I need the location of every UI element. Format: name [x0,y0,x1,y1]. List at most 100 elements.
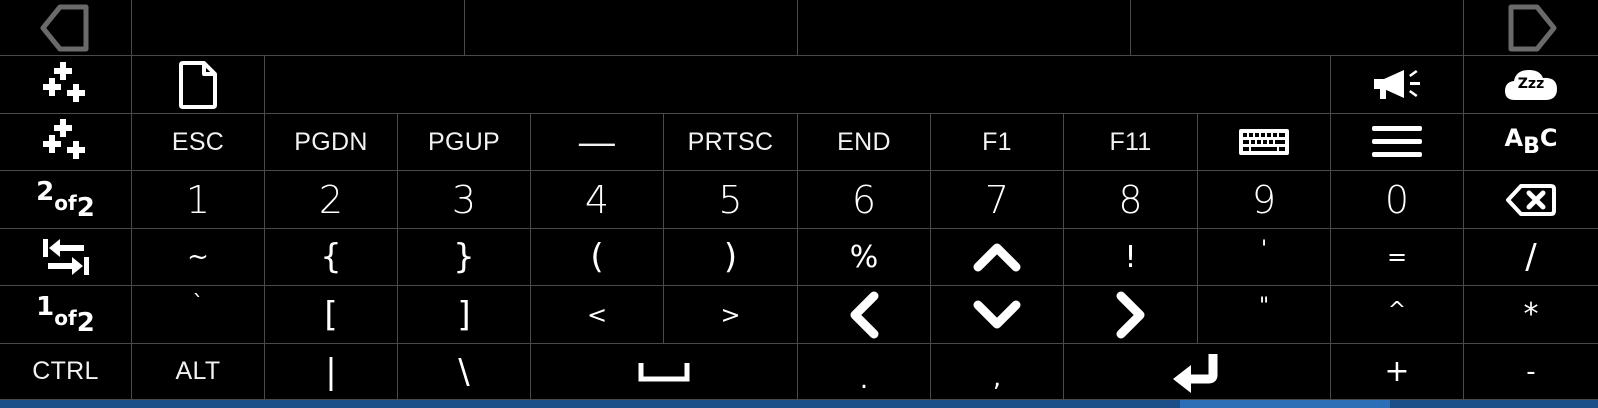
add-button-2[interactable] [0,114,132,171]
menu-button[interactable] [1331,114,1464,171]
add-button[interactable] [0,56,132,114]
bottom-accent-bar [0,400,1598,408]
text-entry-field[interactable] [265,56,1331,114]
keyboard-row-4: ~ { } ( ) % ! ' = / [0,229,1598,286]
key-slash[interactable]: / [1464,229,1598,286]
key-1[interactable]: 1 [132,171,265,229]
key-left-brace[interactable]: { [265,229,398,286]
key-pgdn[interactable]: PGDN [265,114,398,171]
key-apostrophe[interactable]: ' [1198,229,1331,286]
bottom-accent-segment [1180,400,1390,408]
new-file-icon [178,60,218,110]
prev-button[interactable] [0,0,132,56]
key-dash[interactable]: — [531,114,664,171]
key-pgup[interactable]: PGUP [398,114,531,171]
abc-mode-button[interactable]: ABC [1464,114,1598,171]
suggestion-slot-1[interactable] [132,0,465,56]
page-1-of-2-button[interactable]: 1of2 [0,286,132,344]
key-8[interactable]: 8 [1064,171,1198,229]
arrow-up-button[interactable] [931,229,1064,286]
virtual-keyboard: Zzz ESC PGDN PGUP — PRTSC END F1 F11 ABC… [0,0,1598,400]
key-9[interactable]: 9 [1198,171,1331,229]
key-right-bracket[interactable]: ] [398,286,531,344]
key-ctrl[interactable]: CTRL [0,344,132,400]
suggestion-slot-2[interactable] [465,0,798,56]
key-end[interactable]: END [798,114,931,171]
key-5[interactable]: 5 [664,171,798,229]
arrow-right-button[interactable] [1064,286,1198,344]
keyboard-row-6: CTRL ALT | \ . , + - [0,344,1598,400]
key-6[interactable]: 6 [798,171,931,229]
key-0[interactable]: 0 [1331,171,1464,229]
tab-arrows-icon [40,237,92,277]
key-left-bracket[interactable]: [ [265,286,398,344]
key-left-paren[interactable]: ( [531,229,664,286]
arrow-left-button[interactable] [798,286,931,344]
abc-label: ABC [1504,124,1558,159]
arrow-down-button[interactable] [931,286,1064,344]
keyboard-row-1: Zzz [0,56,1598,114]
suggestion-slot-3[interactable] [798,0,1131,56]
chevron-down-icon [972,300,1022,330]
key-4[interactable]: 4 [531,171,664,229]
key-3[interactable]: 3 [398,171,531,229]
sleep-label: Zzz [1517,75,1545,92]
right-arrow-outline-icon [1505,4,1557,52]
key-right-brace[interactable]: } [398,229,531,286]
key-period[interactable]: . [798,344,931,400]
backspace-button[interactable] [1464,171,1598,229]
keyboard-switch-button[interactable] [1198,114,1331,171]
page-2-of-2-button[interactable]: 2of2 [0,171,132,229]
new-file-button[interactable] [132,56,265,114]
enter-return-icon [1171,351,1223,393]
chevron-right-icon [1116,290,1146,340]
key-comma[interactable]: , [931,344,1064,400]
key-backtick[interactable]: ` [132,286,265,344]
chevron-left-icon [849,290,879,340]
add-pluses-icon [40,61,92,108]
key-pipe[interactable]: | [265,344,398,400]
key-caret[interactable]: ^ [1331,286,1464,344]
suggestion-bar [0,0,1598,56]
key-f11[interactable]: F11 [1064,114,1198,171]
hamburger-menu-icon [1372,126,1422,158]
sleep-button[interactable]: Zzz [1464,56,1598,114]
key-double-quote[interactable]: " [1198,286,1331,344]
keyboard-row-2: ESC PGDN PGUP — PRTSC END F1 F11 ABC [0,114,1598,171]
key-asterisk[interactable]: * [1464,286,1598,344]
key-tilde[interactable]: ~ [132,229,265,286]
keyboard-row-5: 1of2 ` [ ] < > " ^ * [0,286,1598,344]
key-equals[interactable]: = [1331,229,1464,286]
key-f1[interactable]: F1 [931,114,1064,171]
left-arrow-outline-icon [40,4,92,52]
keyboard-row-3: 2of2 1 2 3 4 5 6 7 8 9 0 [0,171,1598,229]
key-alt[interactable]: ALT [132,344,265,400]
page-indicator: 1of2 [36,291,95,338]
backspace-icon [1505,183,1557,217]
page-indicator: 2of2 [36,176,95,223]
key-prtsc[interactable]: PRTSC [664,114,798,171]
announce-button[interactable] [1331,56,1464,114]
chevron-up-icon [972,242,1022,272]
keyboard-icon [1238,128,1290,156]
key-minus[interactable]: - [1464,344,1598,400]
key-less-than[interactable]: < [531,286,664,344]
megaphone-icon [1370,67,1424,103]
key-right-paren[interactable]: ) [664,229,798,286]
key-plus[interactable]: + [1331,344,1464,400]
key-exclamation[interactable]: ! [1064,229,1198,286]
key-percent[interactable]: % [798,229,931,286]
key-greater-than[interactable]: > [664,286,798,344]
next-button[interactable] [1464,0,1598,56]
tab-button[interactable] [0,229,132,286]
add-pluses-icon [40,119,92,165]
key-esc[interactable]: ESC [132,114,265,171]
key-backslash[interactable]: \ [398,344,531,400]
space-bar[interactable] [531,344,798,400]
sleep-cloud-icon: Zzz [1503,67,1559,103]
enter-button[interactable] [1064,344,1331,400]
key-7[interactable]: 7 [931,171,1064,229]
suggestion-slot-4[interactable] [1131,0,1464,56]
key-2[interactable]: 2 [265,171,398,229]
space-bar-icon [638,361,690,383]
